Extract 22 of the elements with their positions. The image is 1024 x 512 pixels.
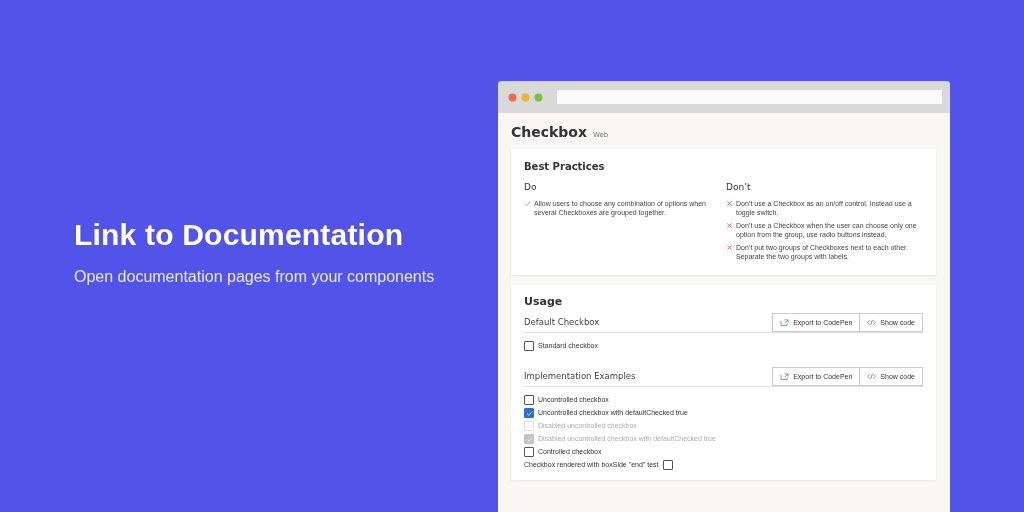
- section-heading: Usage: [524, 295, 564, 308]
- code-icon: [867, 373, 877, 380]
- check-icon: [524, 199, 531, 208]
- hero-subtitle: Open documentation pages from your components: [74, 268, 436, 286]
- checkbox[interactable]: [524, 408, 534, 418]
- export-icon: [780, 373, 790, 380]
- hero-title: Link to Documentation: [74, 218, 405, 252]
- cross-icon: [726, 199, 733, 208]
- subsection-heading: Implementation Examples: [524, 371, 636, 383]
- checkbox[interactable]: [524, 341, 534, 351]
- checkbox[interactable]: [662, 460, 673, 470]
- page-title: Checkbox: [511, 124, 587, 140]
- cross-icon: [726, 221, 733, 230]
- column-heading: Do: [524, 182, 538, 192]
- section-heading: Best Practices: [524, 161, 606, 172]
- code-icon: [867, 319, 877, 326]
- export-icon: [780, 319, 790, 326]
- subsection-heading: Default Checkbox: [524, 317, 600, 329]
- checkbox[interactable]: [524, 395, 534, 405]
- column-heading: Don’t: [726, 182, 752, 192]
- checkbox[interactable]: [524, 447, 534, 457]
- cross-icon: [726, 243, 733, 252]
